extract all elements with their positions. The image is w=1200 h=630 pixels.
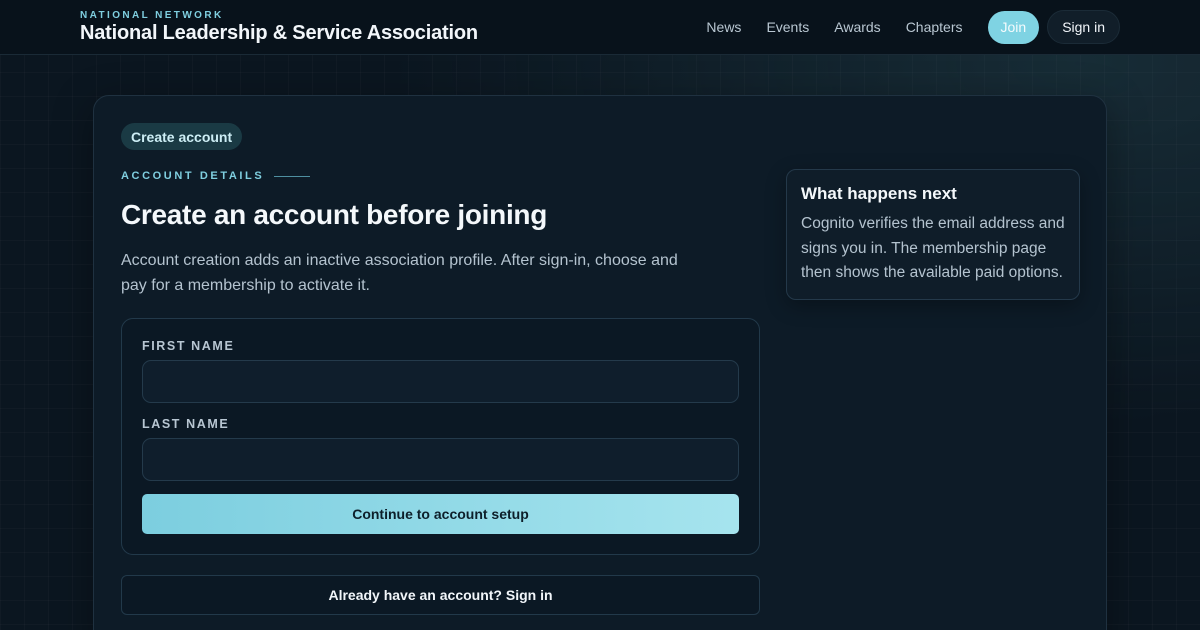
eyebrow-rule bbox=[274, 175, 311, 177]
site-header: NATIONAL NETWORK National Leadership & S… bbox=[0, 0, 1200, 55]
create-account-card: Create account ACCOUNT DETAILS Create an… bbox=[93, 95, 1107, 630]
section-eyebrow: ACCOUNT DETAILS bbox=[121, 170, 311, 182]
continue-button[interactable]: Continue to account setup bbox=[142, 494, 739, 534]
create-account-badge: Create account bbox=[121, 123, 243, 150]
nav-link-events[interactable]: Events bbox=[766, 19, 809, 35]
header-sign-in-button[interactable]: Sign in bbox=[1047, 10, 1120, 44]
nav-link-news[interactable]: News bbox=[706, 19, 741, 35]
join-button[interactable]: Join bbox=[987, 10, 1040, 44]
nav-link-awards[interactable]: Awards bbox=[834, 19, 880, 35]
nav-link-chapters[interactable]: Chapters bbox=[906, 19, 963, 35]
account-form: FIRST NAME LAST NAME Continue to account… bbox=[121, 318, 760, 555]
page-title: Create an account before joining bbox=[121, 199, 548, 230]
intro-text: Account creation adds an inactive associ… bbox=[121, 252, 678, 294]
eyebrow-label: ACCOUNT DETAILS bbox=[121, 170, 265, 182]
first-name-input[interactable] bbox=[142, 360, 739, 403]
brand-kicker: NATIONAL NETWORK bbox=[80, 10, 224, 21]
last-name-label: LAST NAME bbox=[142, 417, 230, 431]
first-name-label: FIRST NAME bbox=[142, 339, 235, 353]
existing-account-sign-in-button[interactable]: Already have an account? Sign in bbox=[121, 575, 760, 615]
last-name-input[interactable] bbox=[142, 438, 739, 481]
brand-title: National Leadership & Service Associatio… bbox=[80, 22, 478, 44]
next-steps-title: What happens next bbox=[801, 184, 957, 203]
main-nav: News Events Awards Chapters Join Sign in bbox=[706, 10, 1120, 44]
next-steps-panel: What happens next Cognito verifies the e… bbox=[786, 169, 1080, 300]
next-steps-body: Cognito verifies the email address and s… bbox=[801, 215, 1065, 281]
brand[interactable]: NATIONAL NETWORK National Leadership & S… bbox=[80, 10, 478, 45]
